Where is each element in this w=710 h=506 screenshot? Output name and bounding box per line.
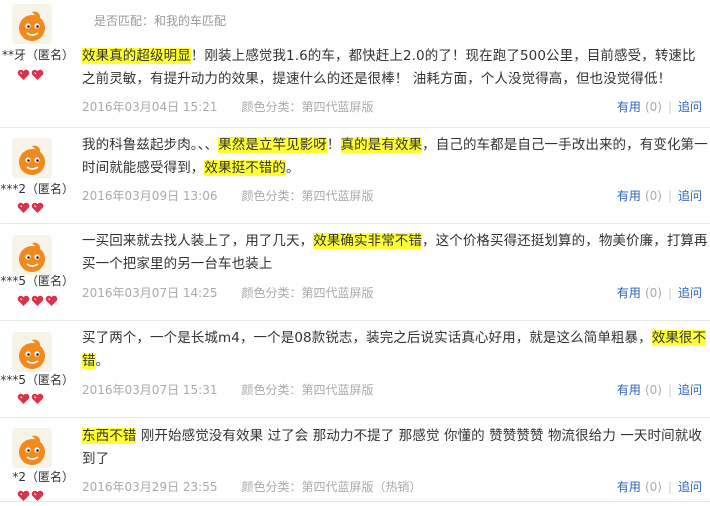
review-divider [0, 127, 710, 128]
review-date: 2016年03月29日 23:55 [82, 480, 218, 494]
review-text: 效果真的超级明显！刚装上感觉我1.6的车，都快赶上2.0的了！现在跑了500公里… [82, 45, 708, 90]
heart-icon [31, 487, 44, 501]
review-text: 一买回来就去找人装上了，用了几天，效果确实非常不错，这个价格买得还挺划算的，物美… [82, 230, 708, 275]
review-text-segment: 买了两个，一个是长城m4，一个是08款锐志，装完之后说实话真心好用，就是这么简单… [82, 330, 652, 346]
review-text: 买了两个，一个是长城m4，一个是08款锐志，装完之后说实话真心好用，就是这么简单… [82, 327, 708, 372]
heart-icon [31, 390, 44, 404]
review-meta: 2016年03月29日 23:55 颜色分类：第四代蓝屏版（热销） [82, 478, 422, 495]
highlighted-phrase: 效果真的超级明显 [82, 48, 191, 64]
avatar[interactable] [12, 235, 52, 275]
match-note: 是否匹配：和我的车匹配 [94, 14, 227, 28]
useful-count: (0) [644, 189, 662, 203]
follow-up-button[interactable]: 追问 [678, 383, 702, 397]
review-date: 2016年03月04日 15:21 [82, 100, 218, 114]
useful-button[interactable]: 有用 [617, 100, 641, 114]
rating-hearts [17, 390, 44, 404]
review-meta: 2016年03月07日 14:25 颜色分类：第四代蓝屏版 [82, 284, 374, 301]
username: ***5（匿名） [0, 373, 74, 387]
rating-hearts [17, 66, 44, 80]
useful-button[interactable]: 有用 [617, 286, 641, 300]
follow-up-button[interactable]: 追问 [678, 480, 702, 494]
follow-up-button[interactable]: 追问 [678, 100, 702, 114]
avatar[interactable] [12, 138, 52, 178]
heart-icon [17, 390, 30, 404]
review-meta: 2016年03月09日 13:06 颜色分类：第四代蓝屏版 [82, 187, 374, 204]
review-date: 2016年03月09日 13:06 [82, 189, 218, 203]
highlighted-phrase: 效果挺不错的 [204, 159, 287, 176]
heart-icon [31, 199, 44, 213]
useful-button[interactable]: 有用 [617, 189, 641, 203]
highlighted-phrase: 东西不错 [82, 428, 137, 444]
useful-count: (0) [644, 286, 662, 300]
review-text-segment: 。 [95, 352, 110, 369]
review-divider [0, 320, 710, 321]
rating-hearts [17, 292, 58, 306]
review-actions: 有用 (0) | 追问 [617, 284, 702, 301]
review-text-segment: 刚开始感觉没有效果 过了会 那动力不提了 那感觉 你懂的 赞赞赞赞 物流很给力 … [82, 428, 702, 467]
useful-count: (0) [644, 480, 662, 494]
action-divider: | [667, 480, 672, 494]
heart-icon [31, 66, 44, 80]
avatar[interactable] [12, 332, 52, 372]
useful-count: (0) [644, 100, 662, 114]
color-category: 颜色分类：第四代蓝屏版（热销） [241, 480, 422, 494]
review-text: 我的科鲁兹起步肉。、、果然是立竿见影呀！真的是有效果，自己的车都是自己一手改出来… [82, 134, 708, 179]
review-date: 2016年03月07日 15:31 [82, 383, 218, 397]
avatar[interactable] [12, 4, 52, 44]
follow-up-button[interactable]: 追问 [678, 286, 702, 300]
review-actions: 有用 (0) | 追问 [617, 381, 702, 398]
useful-button[interactable]: 有用 [617, 383, 641, 397]
rating-hearts [17, 199, 44, 213]
action-divider: | [667, 189, 672, 203]
review-actions: 有用 (0) | 追问 [617, 187, 702, 204]
review-text: 东西不错 刚开始感觉没有效果 过了会 那动力不提了 那感觉 你懂的 赞赞赞赞 物… [82, 425, 708, 470]
heart-icon [17, 199, 30, 213]
follow-up-button[interactable]: 追问 [678, 189, 702, 203]
useful-button[interactable]: 有用 [617, 480, 641, 494]
username: ***5（匿名） [0, 274, 74, 288]
review-text-segment: 我的科鲁兹起步肉。、、 [82, 137, 219, 153]
avatar[interactable] [12, 428, 52, 468]
action-divider: | [667, 100, 672, 114]
heart-icon [45, 292, 58, 306]
rating-hearts [17, 487, 44, 501]
username: **牙（匿名） [1, 48, 74, 62]
highlighted-phrase: 真的是有效果 [340, 137, 423, 153]
color-category: 颜色分类：第四代蓝屏版 [241, 189, 374, 203]
review-text-segment: 一买回来就去找人装上了，用了几天， [82, 233, 314, 249]
review-actions: 有用 (0) | 追问 [617, 478, 702, 495]
review-meta: 2016年03月07日 15:31 颜色分类：第四代蓝屏版 [82, 381, 374, 398]
username: *2（匿名） [12, 470, 74, 484]
review-text-segment: ！ [326, 137, 341, 153]
color-category: 颜色分类：第四代蓝屏版 [241, 100, 374, 114]
color-category: 颜色分类：第四代蓝屏版 [241, 383, 374, 397]
action-divider: | [667, 286, 672, 300]
highlighted-phrase: 果然是立竿见影呀 [218, 137, 327, 153]
username: ***2（匿名） [0, 182, 74, 196]
review-text-segment: 。 [286, 159, 300, 176]
action-divider: | [667, 383, 672, 397]
review-date: 2016年03月07日 14:25 [82, 286, 218, 300]
useful-count: (0) [644, 383, 662, 397]
review-meta: 2016年03月04日 15:21 颜色分类：第四代蓝屏版 [82, 98, 374, 115]
review-divider [0, 223, 710, 224]
heart-icon [17, 66, 30, 80]
color-category: 颜色分类：第四代蓝屏版 [241, 286, 374, 300]
review-actions: 有用 (0) | 追问 [617, 98, 702, 115]
heart-icon [31, 292, 44, 306]
highlighted-phrase: 效果确实非常不错 [313, 233, 423, 249]
heart-icon [17, 487, 30, 501]
review-divider [0, 417, 710, 418]
heart-icon [17, 292, 30, 306]
